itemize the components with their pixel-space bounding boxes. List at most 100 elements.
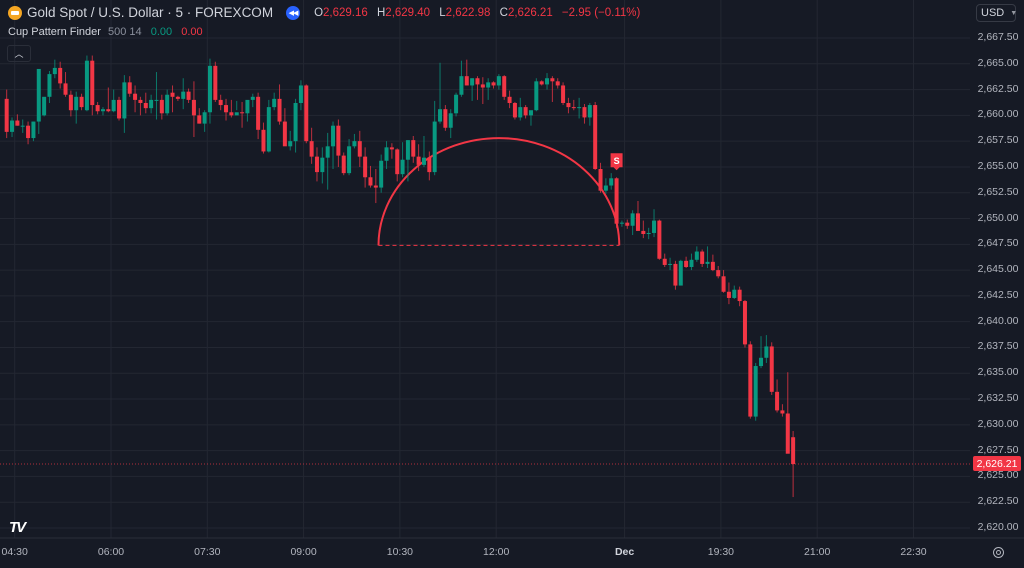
candle (341, 152, 346, 176)
current-price-label: 2,626.21 (973, 456, 1021, 472)
candle-body (10, 120, 15, 132)
price-change: −2.95 (−0.11%) (561, 6, 641, 19)
candle (277, 84, 282, 125)
currency-selector[interactable]: USD ▼ (976, 4, 1017, 22)
indicator-name[interactable]: Cup Pattern Finder (8, 26, 101, 38)
candle-body (587, 105, 592, 118)
candle (566, 97, 571, 114)
candle (700, 249, 705, 268)
candle-body (218, 99, 223, 106)
candle (288, 130, 293, 151)
price-tick-label: 2,637.50 (977, 340, 1019, 353)
candle-body (780, 410, 785, 414)
candle (63, 72, 68, 97)
price-tick-label: 2,620.00 (977, 521, 1019, 533)
candle (764, 335, 769, 363)
candle (443, 105, 448, 131)
candle-body (170, 92, 175, 97)
candle (550, 76, 555, 102)
candle (245, 99, 250, 122)
replay-icon[interactable]: ◀◀ (286, 5, 301, 20)
sell-signal-marker: S (610, 153, 623, 171)
candle (689, 253, 694, 271)
candle-body (63, 83, 68, 95)
candle-body (678, 260, 683, 286)
candle-body (641, 230, 646, 234)
candle-body (336, 125, 341, 156)
tradingview-logo[interactable]: TV (9, 519, 26, 536)
candle-body (507, 96, 512, 103)
price-tick-label: 2,652.50 (977, 185, 1019, 198)
candle (657, 219, 662, 260)
candle-body (512, 102, 517, 118)
candle (759, 336, 764, 369)
chart-canvas[interactable]: S (0, 0, 1024, 568)
candle-body (384, 147, 389, 161)
candle (721, 270, 726, 293)
candle-body (694, 251, 699, 260)
time-tick-label: 21:00 (804, 546, 831, 558)
candle (571, 99, 576, 111)
candle (15, 114, 20, 126)
price-tick-label: 2,662.50 (977, 82, 1019, 95)
candle-body (154, 99, 159, 101)
candle (502, 75, 507, 100)
candle-body (405, 140, 410, 160)
candle-body (100, 109, 105, 112)
collapse-legend-button[interactable]: ︿ (7, 45, 31, 62)
price-tick-label: 2,625.00 (977, 469, 1019, 482)
candle-body (598, 169, 603, 191)
settings-icon[interactable] (993, 547, 1004, 558)
candle-body (74, 96, 79, 111)
candle (609, 173, 614, 190)
time-tick-label: 19:30 (707, 546, 735, 558)
candle (421, 136, 426, 167)
candle-body (379, 160, 384, 188)
candle (266, 99, 271, 153)
candle (561, 82, 566, 106)
high-value: 2,629.40 (385, 6, 431, 19)
candle-body (138, 99, 143, 103)
candle-body (207, 65, 212, 113)
candle-body (363, 156, 368, 178)
candle (555, 78, 560, 89)
grid-lines (0, 0, 1024, 539)
candle (111, 89, 116, 113)
candle-body (240, 112, 245, 114)
low-key: L (439, 6, 446, 19)
close-value: 2,626.21 (507, 6, 553, 19)
candle-body (298, 85, 303, 103)
candle-body (748, 344, 753, 417)
symbol-title[interactable]: Gold Spot / U.S. Dollar · 5 · FOREXCOM (27, 5, 273, 20)
candle (411, 136, 416, 163)
candle (373, 169, 378, 204)
candle-body (261, 129, 266, 152)
indicator-params: 500 14 (108, 26, 142, 38)
candle (213, 61, 218, 102)
candle-body (475, 78, 480, 85)
candle-body (470, 78, 475, 86)
candle (261, 122, 266, 154)
candle (100, 107, 105, 116)
candle (491, 81, 496, 89)
candle (368, 165, 373, 188)
time-tick-label: 22:30 (900, 546, 927, 558)
candle-body (36, 68, 41, 122)
candle-body (646, 232, 651, 234)
candle (202, 110, 207, 132)
price-tick-label: 2,667.50 (977, 31, 1019, 43)
candle-body (716, 270, 721, 277)
candle (459, 60, 464, 97)
candle-body (224, 105, 229, 113)
candle-body (593, 105, 598, 170)
candle (79, 93, 84, 111)
candle-body (566, 102, 571, 108)
candle-body (571, 107, 576, 109)
indicator-legend[interactable]: Cup Pattern Finder 500 14 0.00 0.00 (8, 26, 203, 38)
candle-body (277, 98, 282, 122)
gold-coin-icon (8, 5, 22, 20)
candle (523, 105, 528, 119)
candle-body (304, 85, 309, 142)
candle (646, 227, 651, 240)
candle (309, 127, 314, 164)
